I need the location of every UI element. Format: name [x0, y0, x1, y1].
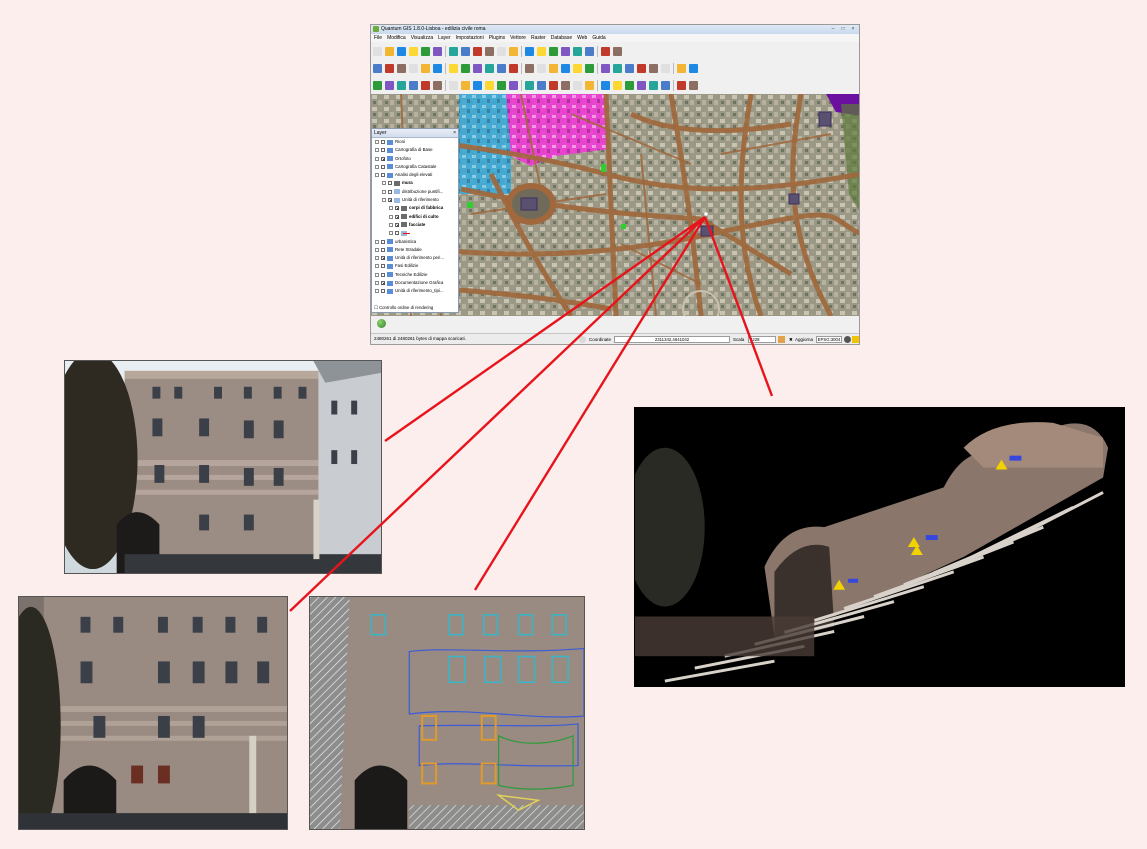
leader-line-facade-photo [384, 216, 706, 442]
leader-lines [289, 216, 774, 612]
leader-line-point-cloud [703, 216, 774, 397]
